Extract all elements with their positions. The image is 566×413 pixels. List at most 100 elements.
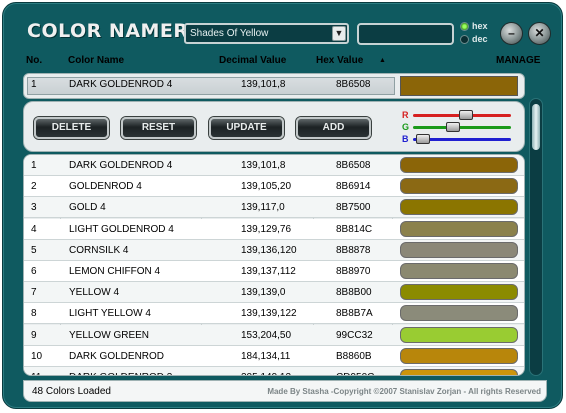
table-row[interactable]: 4 LIGHT GOLDENROD 4 139,129,76 8B814C <box>24 218 524 240</box>
row-name: GOLD 4 <box>69 202 106 214</box>
table-row[interactable]: 2 GOLDENROD 4 139,105,20 8B6914 <box>24 176 524 198</box>
color-swatch <box>400 178 518 195</box>
col-manage: MANAGE <box>496 55 541 66</box>
radio-hex[interactable] <box>460 21 469 31</box>
chevron-down-icon[interactable]: ▼ <box>332 26 346 41</box>
slider-track[interactable] <box>413 121 511 132</box>
selected-color-row[interactable]: 1 DARK GOLDENROD 4 139,101,8 8B6508 <box>23 73 525 99</box>
row-name: DARK GOLDENROD <box>69 350 165 362</box>
row-name: GOLDENROD 4 <box>69 181 142 193</box>
color-swatch <box>400 284 518 301</box>
row-decimal: 139,101,8 <box>241 160 286 171</box>
row-decimal: 153,204,50 <box>241 329 292 341</box>
row-decimal: 139,139,0 <box>241 287 286 299</box>
scrollbar-thumb[interactable] <box>531 103 541 151</box>
row-decimal: 139,105,20 <box>241 181 292 193</box>
palette-dropdown-value: Shades Of Yellow <box>190 28 269 39</box>
slider-label: R <box>402 110 409 120</box>
slider-thumb[interactable] <box>416 133 430 144</box>
radio-dec[interactable] <box>460 34 469 44</box>
row-no: 7 <box>31 287 37 299</box>
row-decimal: 184,134,11 <box>241 350 291 362</box>
row-hex: CD950C <box>336 372 374 375</box>
table-row[interactable]: 10 DARK GOLDENROD 184,134,11 B8860B <box>24 345 524 367</box>
column-headers: No. Color Name Decimal Value Hex Value ▲… <box>26 55 546 69</box>
slider-track[interactable] <box>413 109 511 120</box>
row-hex: B8860B <box>336 350 372 362</box>
radio-hex-label: hex <box>472 21 488 31</box>
update-button[interactable]: UPDATE <box>209 117 284 139</box>
slider-label: G <box>402 122 410 132</box>
row-no: 6 <box>31 266 37 277</box>
col-no[interactable]: No. <box>26 55 42 66</box>
row-no: 1 <box>31 160 37 171</box>
row-no: 5 <box>31 244 37 256</box>
row-no: 3 <box>31 202 37 214</box>
row-no: 8 <box>31 308 37 320</box>
radio-dec-label: dec <box>472 34 488 44</box>
row-decimal: 139,117,0 <box>241 202 285 214</box>
color-swatch <box>400 326 518 343</box>
slider-r[interactable]: R <box>402 109 511 120</box>
row-hex: 99CC32 <box>336 329 373 341</box>
row-decimal: 139,137,112 <box>241 266 296 277</box>
table-row[interactable]: 6 LEMON CHIFFON 4 139,137,112 8B8970 <box>24 261 524 282</box>
row-decimal: 139,139,122 <box>241 308 297 320</box>
row-name: YELLOW 4 <box>69 287 120 299</box>
slider-thumb[interactable] <box>446 121 460 132</box>
slider-b[interactable]: B <box>402 133 511 144</box>
palette-dropdown[interactable]: Shades Of Yellow ▼ <box>184 23 349 44</box>
col-decimal[interactable]: Decimal Value <box>219 55 286 66</box>
row-name: YELLOW GREEN <box>69 329 150 341</box>
row-no: 4 <box>31 223 37 235</box>
selected-name: DARK GOLDENROD 4 <box>69 79 173 90</box>
color-swatch <box>400 241 518 258</box>
scrollbar[interactable] <box>529 98 543 376</box>
color-value-input[interactable] <box>357 23 454 45</box>
row-hex: 8B6508 <box>336 160 371 171</box>
sort-asc-icon: ▲ <box>379 57 386 64</box>
reset-button[interactable]: RESET <box>121 117 196 139</box>
radio-hex-option[interactable]: hex <box>460 21 488 31</box>
row-no: 11 <box>31 372 41 375</box>
color-swatch <box>400 220 518 237</box>
row-name: DARK GOLDENROD 4 <box>69 160 173 171</box>
delete-button[interactable]: DELETE <box>34 117 109 139</box>
row-decimal: 205,149,12 <box>241 372 291 375</box>
status-bar: 48 Colors Loaded Made By Stasha -Copyrig… <box>23 380 547 402</box>
selected-decimal: 139,101,8 <box>241 79 286 90</box>
row-no: 9 <box>31 329 37 341</box>
table-row[interactable]: 8 LIGHT YELLOW 4 139,139,122 8B8B7A <box>24 303 524 325</box>
slider-track[interactable] <box>413 133 511 144</box>
col-name[interactable]: Color Name <box>68 55 124 66</box>
color-swatch <box>400 263 518 279</box>
row-name: LEMON CHIFFON 4 <box>69 266 161 277</box>
color-swatch <box>400 305 518 322</box>
radio-dec-option[interactable]: dec <box>460 34 488 44</box>
table-row[interactable]: 5 CORNSILK 4 139,136,120 8B8878 <box>24 239 524 261</box>
row-hex: 8B8B7A <box>336 308 373 320</box>
table-row[interactable]: 11 DARK GOLDENROD 3 205,149,12 CD950C <box>24 367 524 375</box>
col-hex[interactable]: Hex Value <box>316 55 363 66</box>
selected-no: 1 <box>31 79 37 90</box>
row-decimal: 139,129,76 <box>241 223 292 235</box>
close-button[interactable]: ✕ <box>528 22 551 45</box>
color-swatch <box>400 347 518 364</box>
row-decimal: 139,136,120 <box>241 244 297 256</box>
selected-hex: 8B6508 <box>336 79 371 90</box>
copyright-text: Made By Stasha -Copyright ©2007 Stanisla… <box>267 387 541 396</box>
table-row[interactable]: 1 DARK GOLDENROD 4 139,101,8 8B6508 <box>24 155 524 176</box>
minimize-button[interactable]: – <box>500 22 523 45</box>
row-hex: 8B8970 <box>336 266 371 277</box>
selected-color-swatch <box>400 76 518 96</box>
add-button[interactable]: ADD <box>296 117 371 139</box>
table-row[interactable]: 3 GOLD 4 139,117,0 8B7500 <box>24 197 524 219</box>
table-row[interactable]: 7 YELLOW 4 139,139,0 8B8B00 <box>24 282 524 304</box>
color-swatch <box>400 199 518 216</box>
row-hex: 8B6914 <box>336 181 371 193</box>
row-name: DARK GOLDENROD 3 <box>69 372 172 375</box>
slider-g[interactable]: G <box>402 121 511 132</box>
slider-thumb[interactable] <box>459 109 473 120</box>
table-row[interactable]: 9 YELLOW GREEN 153,204,50 99CC32 <box>24 324 524 346</box>
row-no: 2 <box>31 181 37 193</box>
